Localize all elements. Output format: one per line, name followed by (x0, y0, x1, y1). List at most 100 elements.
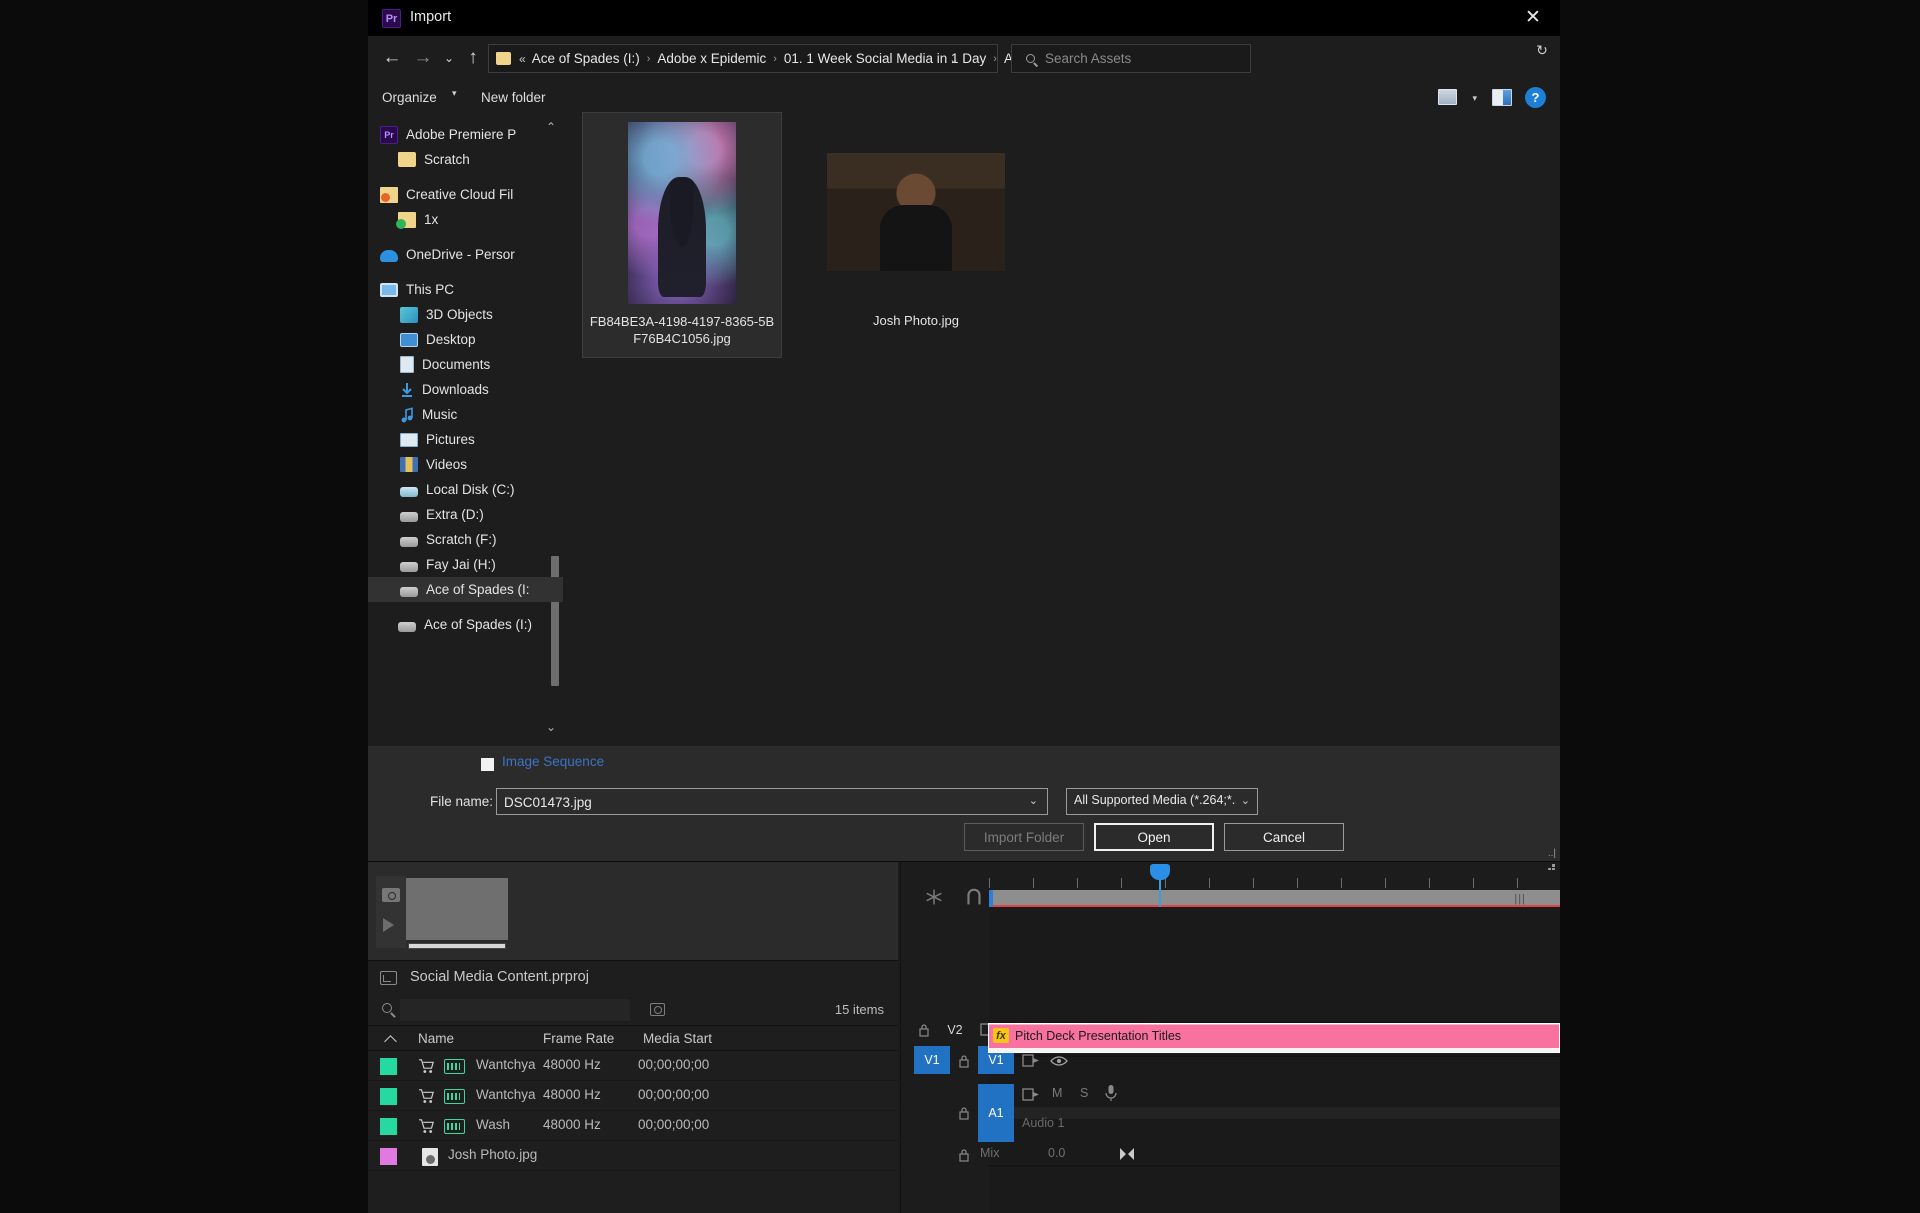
nav-item-creative-cloud-files[interactable]: Creative Cloud Fil (368, 182, 563, 207)
timeline-clip-pitch-deck[interactable]: fx Pitch Deck Presentation Titles (988, 1023, 1560, 1053)
preview-pane-icon[interactable] (1492, 89, 1512, 106)
play-icon[interactable] (383, 918, 394, 932)
lock-icon[interactable] (958, 1106, 970, 1120)
image-sequence-checkbox[interactable] (481, 758, 494, 771)
lock-icon[interactable] (918, 1023, 930, 1037)
file-name-input[interactable] (504, 792, 1014, 812)
up-button[interactable]: ↑ (460, 46, 486, 70)
playhead-head[interactable] (1150, 864, 1170, 880)
table-row[interactable]: Wantchya 48000 Hz 00;00;00;00 (368, 1051, 898, 1081)
nav-item-extra-d[interactable]: Extra (D:) (368, 502, 563, 527)
scrubber-bar[interactable] (408, 943, 506, 949)
sync-lock-icon[interactable] (1022, 1053, 1040, 1068)
nav-item-this-pc[interactable]: This PC (368, 277, 563, 302)
cancel-button[interactable]: Cancel (1224, 823, 1344, 851)
nav-item-3d-objects[interactable]: 3D Objects (368, 302, 563, 327)
nav-item-music[interactable]: Music (368, 402, 563, 427)
recent-locations-button[interactable]: ⌄ (436, 46, 462, 70)
breadcrumb-segment-0[interactable]: Ace of Spades (I:) (532, 51, 640, 66)
nav-item-documents[interactable]: Documents (368, 352, 563, 377)
cart-icon (419, 1059, 434, 1073)
nav-item-videos[interactable]: Videos (368, 452, 563, 477)
source-patch-v1[interactable]: V1 (914, 1046, 950, 1074)
track-header-a1[interactable]: A1 M S Audio 1 (900, 1080, 1117, 1142)
breadcrumb-overflow-icon[interactable]: « (519, 52, 526, 66)
table-row[interactable]: Wantchya 48000 Hz 00;00;00;00 (368, 1081, 898, 1111)
track-name-a1[interactable]: A1 (978, 1084, 1014, 1142)
column-header-frame-rate[interactable]: Frame Rate (543, 1031, 614, 1046)
eye-toggle-icon[interactable] (1050, 1055, 1068, 1067)
nav-item-onedrive[interactable]: OneDrive - Persor (368, 242, 563, 267)
project-search-input[interactable] (400, 999, 630, 1021)
chevron-down-icon[interactable]: ⌄ (1029, 794, 1038, 807)
solo-toggle[interactable]: S (1080, 1086, 1088, 1100)
file-name-field[interactable]: ⌄ (496, 788, 1048, 815)
add-marker-icon[interactable] (923, 886, 945, 908)
forward-button[interactable]: → (410, 46, 436, 70)
work-area-grip[interactable]: ||| (1514, 893, 1526, 905)
chevron-down-icon[interactable]: ⌄ (945, 53, 963, 66)
back-button[interactable]: ← (379, 46, 405, 70)
item-name: Wantchya (476, 1057, 536, 1072)
creative-cloud-folder-icon (380, 186, 398, 203)
nav-item-scratch-f[interactable]: Scratch (F:) (368, 527, 563, 552)
go-to-end-icon[interactable] (1118, 1146, 1136, 1162)
sort-ascending-icon[interactable] (384, 1035, 397, 1048)
lock-icon[interactable] (958, 1054, 970, 1068)
track-header-mix[interactable]: Mix 0.0 (900, 1142, 1134, 1168)
search-input[interactable] (1045, 51, 1250, 66)
lock-icon[interactable] (958, 1148, 970, 1162)
work-area-bar[interactable]: ||| (989, 890, 1560, 907)
mix-value[interactable]: 0.0 (1048, 1146, 1065, 1160)
fx-badge-icon: fx (993, 1028, 1009, 1043)
file-type-dropdown[interactable]: All Supported Media (*.264;*.3G ⌄ (1066, 788, 1258, 815)
chevron-down-icon[interactable]: ⌄ (1241, 794, 1250, 807)
nav-item-ace-of-spades-i-selected[interactable]: Ace of Spades (I: (368, 577, 563, 602)
filter-icon[interactable] (650, 1003, 665, 1016)
table-row[interactable]: Wash 48000 Hz 00;00;00;00 (368, 1111, 898, 1141)
nav-item-adobe-premiere[interactable]: Pr Adobe Premiere P (368, 122, 563, 147)
microphone-icon[interactable] (1104, 1084, 1118, 1102)
snap-icon[interactable] (963, 886, 985, 908)
track-name-v2[interactable]: V2 (938, 1018, 972, 1042)
nav-item-1x[interactable]: 1x (368, 207, 563, 232)
table-row[interactable]: Josh Photo.jpg (368, 1141, 898, 1171)
image-sequence-label[interactable]: Image Sequence (502, 754, 604, 769)
resize-grip[interactable]: ..| (1548, 848, 1556, 859)
scroll-down-icon[interactable]: ⌄ (546, 720, 556, 734)
nav-item-local-disk-c[interactable]: Local Disk (C:) (368, 477, 563, 502)
search-box[interactable] (1011, 44, 1251, 73)
item-name: Wantchya (476, 1087, 536, 1102)
nav-item-scratch[interactable]: Scratch (368, 147, 563, 172)
file-tile[interactable]: Josh Photo.jpg (816, 112, 1016, 339)
nav-item-desktop[interactable]: Desktop (368, 327, 563, 352)
nav-item-fay-jai-h[interactable]: Fay Jai (H:) (368, 552, 563, 577)
nav-item-ace-of-spades-i[interactable]: Ace of Spades (I:) (368, 612, 563, 637)
breadcrumb[interactable]: « Ace of Spades (I:) › Adobe x Epidemic … (488, 44, 1044, 73)
file-tile[interactable]: FB84BE3A-4198-4197-8365-5BF76B4C1056.jpg (582, 112, 782, 358)
new-folder-button[interactable]: New folder (481, 86, 546, 110)
chevron-down-icon[interactable]: ▾ (452, 88, 457, 99)
help-icon[interactable]: ? (1525, 87, 1546, 108)
refresh-icon[interactable]: ↻ (1532, 42, 1552, 59)
view-layout-icon[interactable] (1438, 89, 1457, 105)
camera-icon[interactable] (382, 888, 400, 902)
organize-button[interactable]: Organize (382, 86, 437, 110)
mute-toggle[interactable]: M (1052, 1086, 1062, 1100)
open-button[interactable]: Open (1094, 823, 1214, 851)
column-header-media-start[interactable]: Media Start (643, 1031, 712, 1046)
sync-lock-icon[interactable] (1022, 1087, 1040, 1102)
nav-item-downloads[interactable]: Downloads (368, 377, 563, 402)
timeline-ruler[interactable] (989, 870, 1560, 890)
column-header-name[interactable]: Name (418, 1031, 454, 1046)
work-area-start-handle[interactable] (989, 890, 993, 907)
chevron-down-icon[interactable]: ▾ (1472, 93, 1477, 104)
close-icon[interactable]: ✕ (1520, 6, 1546, 30)
nav-item-pictures[interactable]: Pictures (368, 427, 563, 452)
navigation-pane[interactable]: ⌃ ⌄ Pr Adobe Premiere P Scratch Creative… (368, 116, 563, 746)
clip-underline (989, 1048, 1559, 1052)
file-list-pane[interactable]: FB84BE3A-4198-4197-8365-5BF76B4C1056.jpg… (563, 112, 1560, 746)
import-folder-button[interactable]: Import Folder (964, 823, 1084, 851)
nav-item-label: Music (422, 407, 458, 422)
breadcrumb-segment-1[interactable]: Adobe x Epidemic (657, 51, 766, 66)
